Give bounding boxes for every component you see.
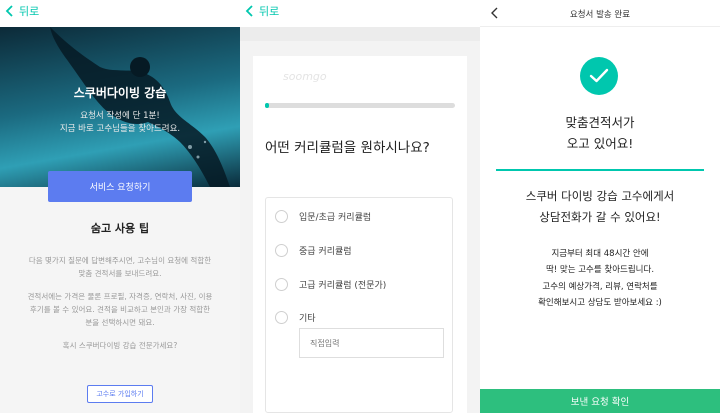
diver-silhouette-image — [50, 27, 230, 187]
service-request-button[interactable]: 서비스 요청하기 — [48, 171, 192, 202]
option-other[interactable]: 기타 — [275, 311, 316, 324]
progress-bar — [265, 103, 455, 108]
back-label: 뒤로 — [259, 5, 280, 18]
option-beginner[interactable]: 입문/초급 커리큘럼 — [275, 210, 371, 223]
option-advanced[interactable]: 고급 커리큘럼 (전문가) — [275, 278, 386, 291]
tip-text: 맞춤 견적서를 보내드려요. — [78, 269, 162, 278]
message: 상담전화가 갈 수 있어요! — [539, 210, 661, 224]
back-label: 뒤로 — [19, 5, 40, 18]
progress-fill — [265, 103, 269, 108]
detail-text: 딱! 맞는 고수를 찾아드립니다. — [545, 265, 655, 275]
view-sent-request-button[interactable]: 보낸 요청 확인 — [480, 389, 720, 413]
chevron-left-icon — [245, 5, 253, 17]
option-label: 기타 — [299, 314, 316, 324]
tips-title: 숨고 사용 팁 — [90, 222, 150, 235]
tip-text: 견적서에는 가격은 물론 프로필, 자격증, 연락처, 사진, 이용 — [27, 292, 213, 301]
curriculum-question-screen: 뒤로 soomgo 어떤 커리큘럼을 원하시나요? 입문/초급 커리큘럼 중급 … — [240, 0, 480, 413]
option-label: 중급 커리큘럼 — [299, 247, 352, 257]
back-button[interactable]: 뒤로 — [244, 3, 279, 19]
hero-banner: 스쿠버다이빙 강습 요청서 작성에 단 1분! 지금 바로 고수님들을 찾아드려… — [0, 27, 240, 187]
brand-watermark-icon: soomgo — [283, 70, 327, 83]
question-title: 어떤 커리큘럼을 원하시나요? — [265, 140, 430, 156]
option-label: 입문/초급 커리큘럼 — [299, 213, 372, 223]
options-list: 입문/초급 커리큘럼 중급 커리큘럼 고급 커리큘럼 (전문가) 기타 — [265, 197, 453, 413]
message: 스쿠버 다이빙 강습 고수에게서 — [525, 189, 675, 203]
tip-text: 다음 몇가지 질문에 답변해주시면, 고수님이 요청에 적합한 — [28, 256, 212, 265]
tip-text: 분을 선택하시면 돼요. — [85, 318, 155, 327]
radio-button[interactable] — [275, 311, 288, 324]
radio-button[interactable] — [275, 244, 288, 257]
back-button[interactable]: 뒤로 — [4, 3, 39, 19]
request-sent-screen: 요청서 발송 완료 맞춤견적서가 오고 있어요! 스쿠버 다이빙 강습 고수에게… — [480, 0, 720, 413]
direct-input-field[interactable] — [299, 328, 444, 358]
top-bar: 요청서 발송 완료 — [480, 0, 720, 27]
hero-subtitle-2: 지금 바로 고수님들을 찾아드려요. — [59, 124, 181, 134]
header-shade — [240, 27, 480, 41]
page-title: 요청서 발송 완료 — [569, 10, 631, 20]
top-bar: 뒤로 — [0, 0, 240, 27]
check-icon — [580, 57, 618, 95]
radio-button[interactable] — [275, 210, 288, 223]
headline: 오고 있어요! — [566, 136, 634, 151]
top-bar: 뒤로 — [240, 0, 480, 27]
tip-text: 후기를 볼 수 있어요. 견적을 비교하고 본인과 가장 적합한 — [29, 305, 211, 314]
headline: 맞춤견적서가 — [565, 115, 635, 130]
hero-title: 스쿠버다이빙 강습 — [73, 86, 167, 100]
radio-button[interactable] — [275, 278, 288, 291]
expert-question: 혹시 스쿠버다이빙 강습 전문가세요? — [62, 341, 178, 350]
option-label: 고급 커리큘럼 (전문가) — [299, 281, 387, 291]
option-intermediate[interactable]: 중급 커리큘럼 — [275, 244, 352, 257]
question-card: soomgo 어떤 커리큘럼을 원하시나요? 입문/초급 커리큘럼 중급 커리큘… — [253, 56, 467, 413]
detail-text: 확인해보시고 상담도 받아보세요 :) — [538, 298, 662, 308]
accent-divider — [496, 169, 704, 171]
detail-text: 고수의 예상가격, 리뷰, 연락처를 — [542, 282, 658, 292]
service-intro-screen: 뒤로 스쿠버다이빙 강습 요청서 작성에 단 1분! 지금 바로 고수님들을 찾… — [0, 0, 240, 413]
chevron-left-icon — [5, 5, 13, 17]
join-as-expert-button[interactable]: 고수로 가입하기 — [87, 385, 153, 403]
hero-subtitle: 요청서 작성에 단 1분! — [80, 111, 160, 121]
detail-text: 지금부터 최대 48시간 안에 — [551, 249, 649, 259]
